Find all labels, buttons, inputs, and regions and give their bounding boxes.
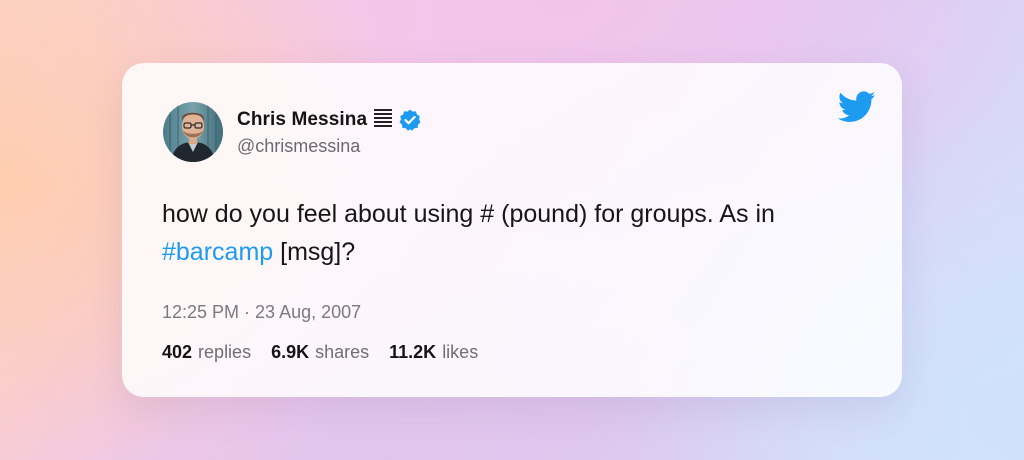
author-name[interactable]: Chris Messina (237, 109, 367, 131)
tweet-text-part1: how do you feel about using # (pound) fo… (162, 200, 775, 228)
twitter-bird-icon[interactable] (837, 91, 876, 123)
hashtag-link[interactable]: #barcamp (162, 238, 273, 266)
likes-count: 11.2K (389, 342, 437, 362)
verified-badge-icon (398, 108, 422, 132)
author-name-row: Chris Messina (237, 108, 422, 132)
avatar[interactable] (163, 102, 223, 162)
replies-count: 402 (162, 342, 193, 362)
shares-stat[interactable]: 6.9K shares (271, 342, 369, 363)
tweet-stats: 402 replies 6.9K shares 11.2K likes (162, 342, 478, 363)
shares-label: shares (315, 342, 370, 362)
tweet-text-part2: [msg]? (273, 238, 356, 266)
shares-count: 6.9K (271, 342, 310, 362)
likes-label: likes (442, 342, 479, 362)
avatar-photo (163, 102, 223, 162)
hash-lines-icon (373, 108, 393, 133)
tweet-text: how do you feel about using # (pound) fo… (162, 195, 862, 271)
replies-label: replies (198, 342, 252, 362)
tweet-timestamp[interactable]: 12:25 PM · 23 Aug, 2007 (162, 302, 361, 323)
author-handle[interactable]: @chrismessina (237, 136, 360, 157)
tweet-card: Chris Messina @chrismessina how do you f… (122, 63, 902, 397)
replies-stat[interactable]: 402 replies (162, 342, 251, 363)
likes-stat[interactable]: 11.2K likes (389, 342, 478, 363)
